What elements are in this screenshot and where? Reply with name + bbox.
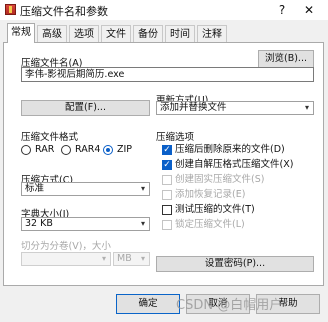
chevron-down-icon: ▾ bbox=[304, 103, 309, 112]
format-zip-radio[interactable] bbox=[103, 145, 113, 155]
format-rar4-label: RAR4 bbox=[75, 144, 101, 155]
chevron-down-icon: ▾ bbox=[140, 184, 145, 193]
general-panel: 压缩文件名(A) 浏览(B)... 李伟-影视后期简历.exe 配置(F)...… bbox=[3, 42, 324, 286]
options-label: 压缩选项 bbox=[156, 132, 195, 143]
watermark: CSDN @白帽用户 bbox=[176, 298, 283, 313]
archive-name-input[interactable]: 李伟-影视后期简历.exe bbox=[21, 67, 314, 82]
split-size-select[interactable]: ▾ bbox=[21, 252, 111, 266]
split-label: 切分为分卷(V)，大小 bbox=[21, 241, 111, 252]
recovery-record-checkbox[interactable] bbox=[162, 190, 172, 200]
create-solid-checkbox[interactable] bbox=[162, 175, 172, 185]
delete-after-checkbox[interactable]: ✓ bbox=[162, 145, 172, 155]
chevron-down-icon: ▾ bbox=[101, 254, 106, 263]
tab-time[interactable]: 时间 bbox=[165, 25, 195, 42]
format-rar-radio[interactable] bbox=[21, 145, 31, 155]
method-select[interactable]: 标准 ▾ bbox=[21, 182, 150, 196]
chevron-down-icon: ▾ bbox=[140, 219, 145, 228]
archive-dialog: 压缩文件名和参数 ? ✕ 常规 高级 选项 文件 备份 时间 注释 压缩文件名(… bbox=[0, 0, 328, 322]
lock-archive-checkbox[interactable] bbox=[162, 220, 172, 230]
method-value: 标准 bbox=[25, 183, 45, 194]
ok-button[interactable]: 确定 bbox=[116, 294, 180, 314]
split-unit-value: MB bbox=[117, 253, 132, 264]
browse-button[interactable]: 浏览(B)... bbox=[258, 50, 314, 68]
format-zip-label: ZIP bbox=[117, 144, 133, 155]
recovery-record-label: 添加恢复记录(E) bbox=[175, 189, 246, 200]
tab-general[interactable]: 常规 bbox=[7, 23, 35, 43]
tab-comment[interactable]: 注释 bbox=[197, 25, 227, 42]
delete-after-label: 压缩后删除原来的文件(D) bbox=[175, 144, 285, 155]
format-rar-label: RAR bbox=[35, 144, 55, 155]
test-files-label: 测试压缩的文件(T) bbox=[175, 204, 255, 215]
tab-advanced[interactable]: 高级 bbox=[37, 25, 67, 42]
create-sfx-label: 创建自解压格式压缩文件(X) bbox=[175, 159, 294, 170]
window-title: 压缩文件名和参数 bbox=[20, 5, 108, 18]
profiles-button[interactable]: 配置(F)... bbox=[21, 100, 150, 116]
winrar-app-icon bbox=[5, 4, 16, 15]
set-password-button[interactable]: 设置密码(P)... bbox=[156, 256, 314, 272]
dict-size-select[interactable]: 32 KB ▾ bbox=[21, 217, 150, 231]
title-bar: 压缩文件名和参数 ? ✕ bbox=[0, 0, 328, 20]
update-mode-value: 添加并替换文件 bbox=[160, 102, 227, 113]
help-title-button[interactable]: ? bbox=[274, 2, 290, 18]
test-files-checkbox[interactable] bbox=[162, 205, 172, 215]
format-label: 压缩文件格式 bbox=[21, 132, 79, 143]
chevron-down-icon: ▾ bbox=[140, 254, 145, 263]
tab-files[interactable]: 文件 bbox=[101, 25, 131, 42]
close-button[interactable]: ✕ bbox=[298, 2, 320, 18]
create-solid-label: 创建固实压缩文件(S) bbox=[175, 174, 265, 185]
dict-size-value: 32 KB bbox=[25, 218, 53, 229]
tab-backup[interactable]: 备份 bbox=[133, 25, 163, 42]
update-mode-select[interactable]: 添加并替换文件 ▾ bbox=[156, 101, 314, 115]
create-sfx-checkbox[interactable]: ✓ bbox=[162, 160, 172, 170]
tab-options[interactable]: 选项 bbox=[69, 25, 99, 42]
format-rar4-radio[interactable] bbox=[61, 145, 71, 155]
tab-bar: 常规 高级 选项 文件 备份 时间 注释 bbox=[3, 23, 325, 43]
lock-archive-label: 锁定压缩文件(L) bbox=[175, 219, 245, 230]
split-unit-select[interactable]: MB ▾ bbox=[113, 252, 150, 266]
